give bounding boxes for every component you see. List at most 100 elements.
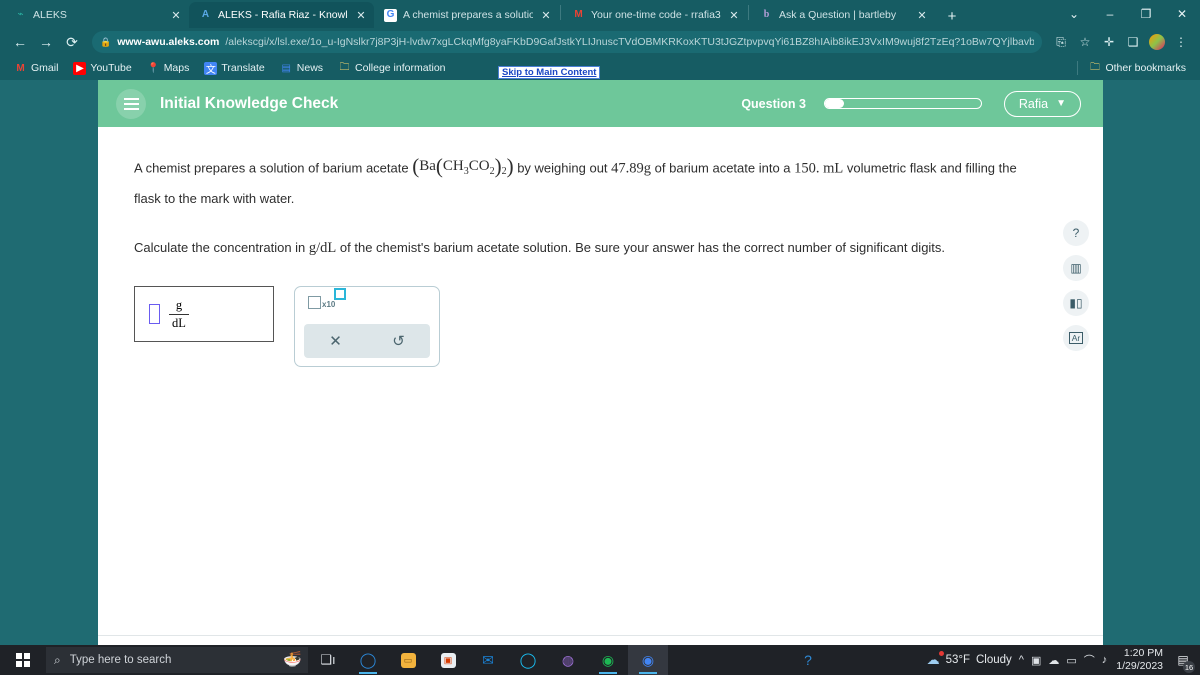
tab-title: A chemist prepares a solution of — [403, 9, 533, 21]
forward-button[interactable]: → — [34, 30, 58, 54]
help-support-icon[interactable]: ? — [788, 645, 828, 675]
bookmark-other-bookmarks[interactable]: 🗀 Other bookmarks — [1082, 60, 1192, 77]
search-icon: ⌕ — [54, 652, 61, 667]
user-menu-button[interactable]: Rafia ▼ — [1003, 90, 1081, 117]
folder-icon: 🗀 — [1089, 61, 1100, 73]
window-controls: ⌄ – ❐ ✕ — [1056, 0, 1200, 28]
tab-close-icon[interactable]: ✕ — [915, 8, 929, 22]
browser-tab-1[interactable]: A ALEKS - Rafia Riaz - Knowledge C ✕ — [189, 2, 374, 28]
browser-tab-4[interactable]: b Ask a Question | bartleby ✕ — [750, 2, 935, 28]
maps-icon: 📍 — [146, 62, 160, 74]
answer-input-box[interactable]: g dL — [134, 286, 274, 342]
page-viewport: Skip to Main Content Initial Knowledge C… — [0, 66, 1200, 675]
tab-close-icon[interactable]: ✕ — [539, 8, 553, 22]
question-text-c: of barium acetate into a — [654, 160, 791, 176]
mail-icon[interactable]: ✉ — [468, 645, 508, 675]
skip-to-main-content-link[interactable]: Skip to Main Content — [498, 66, 601, 79]
minimize-button[interactable]: – — [1092, 0, 1128, 28]
close-window-button[interactable]: ✕ — [1164, 0, 1200, 28]
bookmark-gmail[interactable]: M Gmail — [8, 60, 64, 77]
maximize-button[interactable]: ❐ — [1128, 0, 1164, 28]
new-tab-button[interactable]: + — [939, 4, 965, 28]
clock[interactable]: 1:20 PM 1/29/2023 — [1114, 647, 1165, 673]
tab-title: Ask a Question | bartleby — [779, 9, 897, 21]
url-host: www-awu.aleks.com — [117, 36, 220, 48]
browser-tab-0[interactable]: ⌁ ALEKS ✕ — [4, 2, 189, 28]
camera-icon[interactable]: ▣ — [1031, 654, 1041, 667]
folder-icon: 🗀 — [339, 61, 350, 73]
share-icon[interactable]: ⎘ — [1050, 30, 1072, 54]
chrome-icon[interactable]: ◉ — [628, 645, 668, 675]
microsoft-store-icon[interactable]: ▣ — [428, 645, 468, 675]
unit-numerator: g — [175, 297, 183, 312]
youtube-icon: ▶ — [73, 61, 87, 75]
browser-tab-2[interactable]: G A chemist prepares a solution of ✕ — [374, 2, 559, 28]
extensions-icon[interactable]: ✛ — [1098, 30, 1120, 54]
battery-saver-icon[interactable]: ▭ — [1066, 654, 1076, 667]
data-chart-tool[interactable]: ▮▯ — [1063, 290, 1089, 316]
undo-arrow-icon[interactable]: ↺ — [367, 324, 430, 358]
soup-bowl-icon: 🍜 — [283, 651, 302, 668]
show-hidden-icons-chevron[interactable]: ^ — [1019, 654, 1024, 666]
bookmark-label: Other bookmarks — [1105, 62, 1186, 74]
profile-avatar[interactable] — [1146, 30, 1168, 54]
clear-x-icon[interactable]: ✕ — [304, 324, 367, 358]
help-tool[interactable]: ? — [1063, 220, 1089, 246]
question-paragraph-1: A chemist prepares a solution of barium … — [134, 153, 1067, 212]
translate-icon: 文 — [204, 61, 218, 76]
weather-alert-dot — [938, 651, 944, 656]
weather-widget[interactable]: ☁ 53°F Cloudy — [926, 651, 1012, 668]
cloud-icon: ☁ — [926, 652, 940, 667]
gmail-icon: M — [16, 62, 25, 74]
address-bar[interactable]: 🔒 www-awu.aleks.com /alekscgi/x/lsl.exe/… — [92, 31, 1042, 53]
volume-icon[interactable]: ♪ — [1102, 654, 1108, 666]
other-bookmarks-group: 🗀 Other bookmarks — [1071, 60, 1192, 77]
reload-button[interactable]: ⟳ — [60, 30, 84, 54]
answer-area: g dL x10 ✕ ↺ — [134, 286, 1067, 367]
tab-close-icon[interactable]: ✕ — [727, 8, 741, 22]
bookmark-maps[interactable]: 📍 Maps — [141, 60, 196, 77]
bartleby-icon: b — [763, 9, 770, 20]
tab-search-chevron-icon[interactable]: ⌄ — [1056, 0, 1092, 28]
reading-list-icon[interactable]: ❑ — [1122, 30, 1144, 54]
bookmark-star-icon[interactable]: ☆ — [1074, 30, 1096, 54]
progress-bar-fill — [824, 99, 844, 108]
spotify-icon[interactable]: ◉ — [588, 645, 628, 675]
aleks-a-icon: A — [201, 9, 210, 20]
hamburger-menu-icon[interactable] — [116, 88, 146, 119]
tab-title: ALEKS — [33, 9, 67, 21]
exponent-placeholder-icon — [334, 288, 346, 300]
onedrive-icon[interactable]: ☁ — [1048, 654, 1059, 667]
bookmark-college-information[interactable]: 🗀 College information — [332, 60, 451, 77]
question-paragraph-2: Calculate the concentration in g/dL of t… — [134, 234, 1067, 262]
bookmark-translate[interactable]: 文 Translate — [198, 60, 270, 77]
tab-close-icon[interactable]: ✕ — [169, 8, 183, 22]
file-explorer-icon[interactable]: ▭ — [388, 645, 428, 675]
bookmark-news[interactable]: ▤ News — [274, 60, 329, 77]
notification-center-icon[interactable]: ▤ 16 — [1172, 649, 1195, 673]
alexa-icon[interactable]: ◯ — [508, 645, 548, 675]
search-input[interactable]: ⌕ Type here to search 🍜 — [46, 647, 308, 673]
periodic-table-tool[interactable]: Ar — [1063, 325, 1089, 351]
periodic-table-label: Ar — [1068, 332, 1084, 344]
calculator-tool[interactable]: ▥ — [1063, 255, 1089, 281]
aleks-header: Skip to Main Content Initial Knowledge C… — [98, 66, 1103, 127]
menu-kebab-icon[interactable]: ⋮ — [1170, 30, 1192, 54]
browser-tab-3[interactable]: M Your one-time code - rrafia360@ ✕ — [562, 2, 747, 28]
office-icon[interactable]: ◍ — [548, 645, 588, 675]
task-view-icon[interactable]: ❑ı — [308, 645, 348, 675]
url-path: /alekscgi/x/lsl.exe/1o_u-IgNslkr7j8P3jH-… — [225, 36, 1034, 48]
scientific-notation-button[interactable]: x10 — [308, 288, 346, 309]
answer-input[interactable] — [149, 304, 160, 324]
edge-icon[interactable]: ◯ — [348, 645, 388, 675]
wifi-icon[interactable]: ⌒ — [1084, 652, 1095, 668]
bookmark-youtube[interactable]: ▶ YouTube — [67, 60, 137, 77]
windows-start-icon[interactable] — [0, 645, 46, 675]
back-button[interactable]: ← — [8, 30, 32, 54]
question-text-d: volumetric flask and filling the — [846, 160, 1017, 176]
bookmark-label: YouTube — [90, 62, 132, 74]
page-title: Initial Knowledge Check — [160, 94, 339, 112]
palette-action-row: ✕ ↺ — [304, 324, 430, 358]
tab-strip: ⌁ ALEKS ✕ A ALEKS - Rafia Riaz - Knowled… — [0, 0, 1200, 28]
tab-close-icon[interactable]: ✕ — [354, 8, 368, 22]
